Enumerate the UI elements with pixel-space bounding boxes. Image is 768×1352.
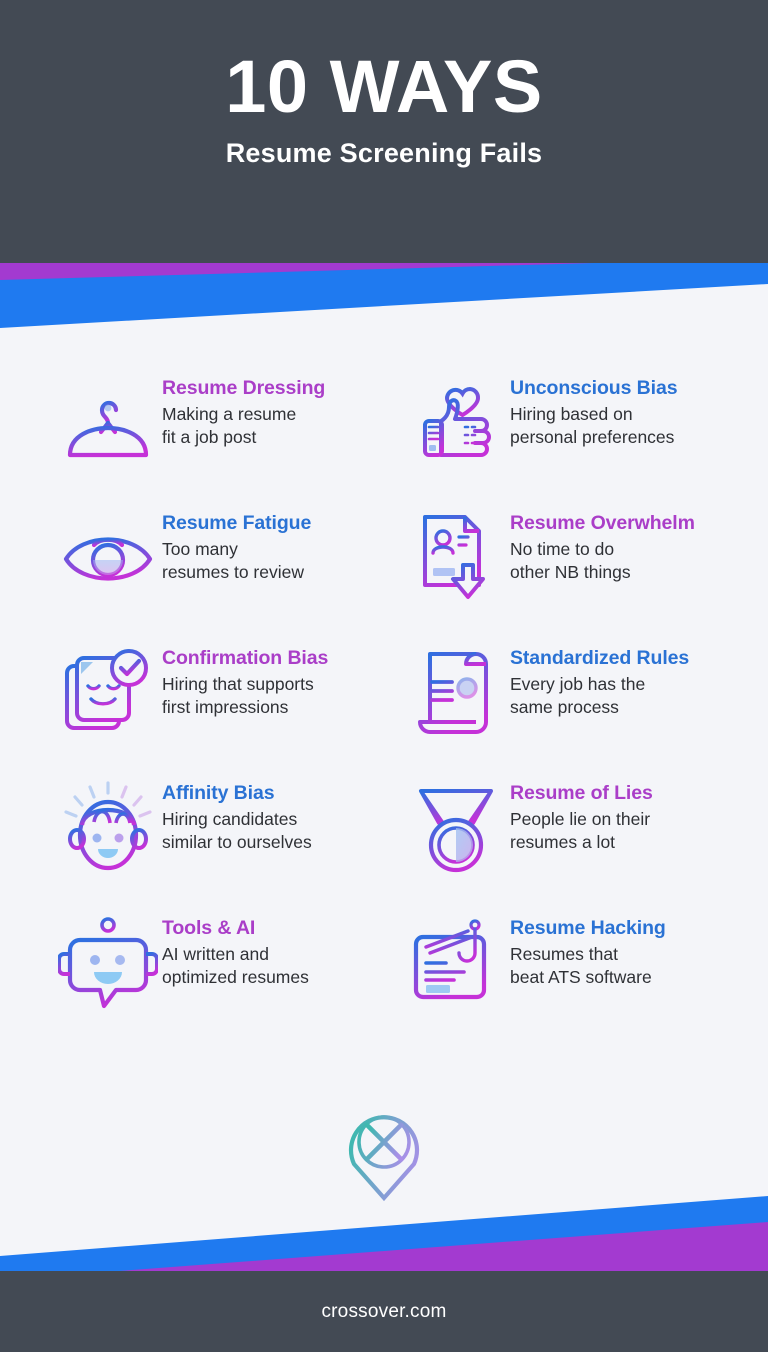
item-title: Confirmation Bias [162,647,329,669]
scroll-document-icon [404,644,508,744]
page-title: 10 WAYS [225,45,543,128]
item-description: Every job has the same process [510,674,646,718]
item-description: Making a resume fit a job post [162,404,297,448]
smiling-face-icon [56,779,160,879]
list-item: Resume Hacking Resumes that beat ATS sof… [404,914,734,1021]
item-title: Resume Dressing [162,377,326,399]
crossover-logo-icon [348,1115,420,1202]
list-item: Confirmation Bias Hiring that supports f… [56,644,386,751]
item-title: Resume of Lies [510,782,653,804]
page-subtitle: Resume Screening Fails [225,138,543,169]
medal-icon [404,779,508,879]
hacked-document-icon [404,914,508,1014]
robot-chat-icon [56,914,160,1014]
footer-website-label[interactable]: crossover.com [321,1301,446,1323]
list-item: Affinity Bias Hiring candidates similar … [56,779,386,886]
hanger-icon [56,374,160,474]
item-description: People lie on their resumes a lot [510,809,651,853]
infographic-page: 10 WAYS Resume Screening Fails Resume Dr… [0,0,768,1352]
item-title: Tools & AI [162,917,256,939]
item-title: Resume Overwhelm [510,512,695,534]
list-item: Resume Overwhelm No time to do other NB … [404,509,734,616]
item-description: Hiring that supports first impressions [162,674,314,718]
checked-profile-cards-icon [56,644,160,744]
item-description: No time to do other NB things [510,539,631,583]
item-description: Too many resumes to review [162,539,304,583]
item-description: Hiring based on personal preferences [510,404,675,448]
list-item: Standardized Rules Every job has the sam… [404,644,734,751]
tired-eye-icon [56,509,160,609]
item-description: Resumes that beat ATS software [510,944,652,988]
item-title: Standardized Rules [510,647,690,669]
header: 10 WAYS Resume Screening Fails [0,0,768,263]
brand-logo [0,1098,768,1202]
list-item: Unconscious Bias Hiring based on persona… [404,374,734,481]
item-title: Resume Fatigue [162,512,312,534]
list-item: Resume Fatigue Too many resumes to revie… [56,509,386,616]
item-title: Resume Hacking [510,917,666,939]
list-item: Tools & AI AI written and optimized resu… [56,914,386,1021]
item-title: Unconscious Bias [510,377,678,399]
resume-download-icon [404,509,508,609]
footer: crossover.com [0,1271,768,1352]
list-item: Resume of Lies People lie on their resum… [404,779,734,886]
item-title: Affinity Bias [162,782,275,804]
list-item: Resume Dressing Making a resume fit a jo… [56,374,386,481]
footer-diagonal-bands [0,1196,768,1280]
item-description: Hiring candidates similar to ourselves [162,809,312,853]
items-grid: Resume Dressing Making a resume fit a jo… [0,374,768,1021]
item-description: AI written and optimized resumes [162,944,309,988]
header-diagonal-bands [0,258,768,328]
thumbs-up-heart-icon [404,374,508,474]
